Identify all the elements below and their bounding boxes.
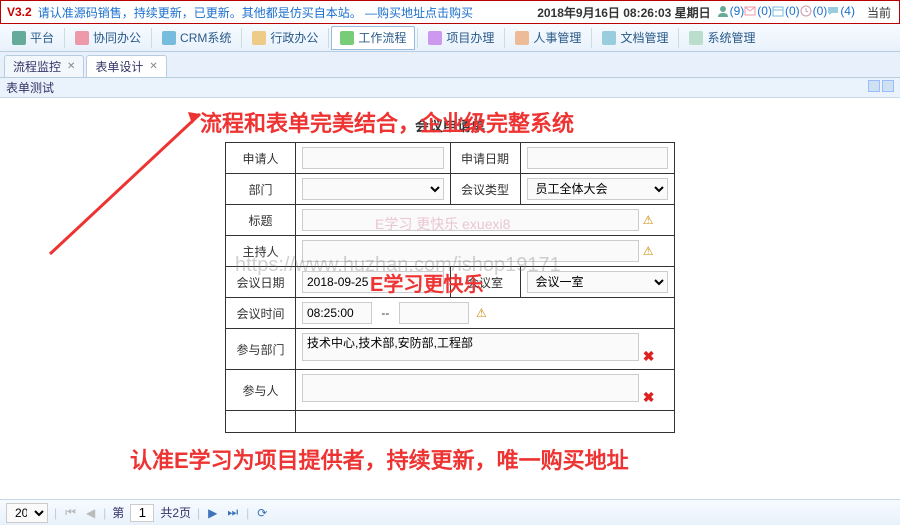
menu-icon — [75, 31, 89, 45]
tab-label: 流程监控 — [13, 58, 61, 75]
form-canvas: 流程和表单完美结合，企业级完整系统 E学习 更快乐 exuexi8 https:… — [0, 98, 900, 484]
menu-label: 平台 — [30, 29, 54, 46]
menu-icon — [12, 31, 26, 45]
clock-icon — [800, 5, 812, 17]
annotation-1: 流程和表单完美结合，企业级完整系统 — [200, 106, 574, 138]
menu-icon — [602, 31, 616, 45]
lbl-meettime: 会议时间 — [226, 298, 296, 329]
panel-title: 表单测试 — [6, 79, 54, 96]
menu-label: 行政办公 — [270, 29, 318, 46]
stat-count: (0) — [757, 4, 772, 18]
input-joinperson[interactable] — [302, 374, 639, 402]
annotation-arrow-icon — [40, 104, 210, 264]
user-icon — [717, 5, 729, 17]
menu-item-3[interactable]: 行政办公 — [244, 26, 326, 50]
select-meettype[interactable]: 员工全体大会 — [527, 178, 669, 200]
pager-page-input[interactable] — [130, 504, 154, 522]
menu-item-6[interactable]: 人事管理 — [507, 26, 589, 50]
lbl-joinperson: 参与人 — [226, 370, 296, 411]
top-notice-bar: V3.2 请认准源码销售，持续更新，已更新。其他都是仿买自本站。 —购买地址点击… — [0, 0, 900, 24]
menu-label: 系统管理 — [707, 29, 755, 46]
pager-bar: 20 | ⏮ ◀ | 第 共2页 | ▶ ⏭ | ⟳ — [0, 499, 900, 525]
input-applydate[interactable] — [527, 147, 669, 169]
lbl-meettype: 会议类型 — [450, 174, 520, 205]
stat-mail[interactable]: (0) — [744, 4, 772, 18]
panel-header: 表单测试 — [0, 78, 900, 98]
stat-count: (9) — [730, 4, 745, 18]
menu-label: 协同办公 — [93, 29, 141, 46]
menu-icon — [689, 31, 703, 45]
menu-item-2[interactable]: CRM系统 — [154, 26, 239, 50]
lbl-extra — [226, 411, 296, 433]
menu-item-5[interactable]: 项目办理 — [420, 26, 502, 50]
cal-icon — [772, 5, 784, 17]
datetime-label: 2018年9月16日 08:26:03 星期日 — [537, 4, 710, 21]
current-user[interactable]: 当前 — [867, 4, 891, 21]
warning-icon: ⚠ — [476, 306, 487, 320]
window-buttons[interactable] — [866, 80, 894, 95]
clear-icon[interactable]: ✖ — [643, 389, 655, 405]
close-icon[interactable]: ✕ — [149, 61, 157, 72]
warning-icon: ⚠ — [643, 244, 654, 258]
close-icon[interactable]: ✕ — [67, 61, 75, 72]
top-note[interactable]: 请认准源码销售，持续更新，已更新。其他都是仿买自本站。 —购买地址点击购买 — [38, 4, 473, 21]
menu-item-8[interactable]: 系统管理 — [681, 26, 763, 50]
tab-1[interactable]: 表单设计 ✕ — [86, 55, 166, 77]
menu-icon — [162, 31, 176, 45]
annotation-2: E学习更快乐 — [370, 268, 483, 297]
menu-label: 文档管理 — [620, 29, 668, 46]
lbl-applicant: 申请人 — [226, 143, 296, 174]
menu-label: 项目办理 — [446, 29, 494, 46]
time-sep: -- — [381, 306, 389, 320]
pager-refresh-icon[interactable]: ⟳ — [255, 506, 269, 520]
menu-icon — [428, 31, 442, 45]
tab-bar: 流程监控 ✕ 表单设计 ✕ — [0, 52, 900, 78]
tab-label: 表单设计 — [95, 58, 143, 75]
pager-prefix: 第 — [112, 504, 124, 521]
annotation-3: 认准E学习为项目提供者，持续更新，唯一购买地址 — [130, 443, 629, 475]
pager-last-icon[interactable]: ⏭ — [225, 505, 240, 520]
pager-first-icon[interactable]: ⏮ — [63, 505, 78, 520]
warning-icon: ⚠ — [643, 213, 654, 227]
lbl-applydate: 申请日期 — [450, 143, 520, 174]
stat-user[interactable]: (9) — [717, 4, 745, 18]
pager-total: 共2页 — [160, 504, 191, 521]
mail-icon — [744, 5, 756, 17]
top-right: 2018年9月16日 08:26:03 星期日 (9)(0)(0)(0)(4) … — [537, 4, 891, 21]
stat-count: (0) — [785, 4, 800, 18]
menu-icon — [252, 31, 266, 45]
main-menu: 平台 协同办公 CRM系统 行政办公 工作流程 项目办理 人事管理 文档管理 系统管理 — [0, 24, 900, 52]
input-time-from[interactable] — [302, 302, 372, 324]
pager-prev-icon[interactable]: ◀ — [84, 506, 97, 520]
lbl-joindept: 参与部门 — [226, 329, 296, 370]
menu-item-0[interactable]: 平台 — [4, 26, 62, 50]
menu-item-1[interactable]: 协同办公 — [67, 26, 149, 50]
version-label: V3.2 — [7, 5, 32, 19]
menu-label: 工作流程 — [358, 29, 406, 46]
select-dept[interactable] — [302, 178, 444, 200]
input-joindept[interactable] — [302, 333, 639, 361]
menu-label: 人事管理 — [533, 29, 581, 46]
watermark-1: E学习 更快乐 exuexi8 — [375, 214, 510, 234]
input-time-to[interactable] — [399, 302, 469, 324]
lbl-dept: 部门 — [226, 174, 296, 205]
clear-icon[interactable]: ✖ — [643, 348, 655, 364]
menu-icon — [340, 31, 354, 45]
stat-count: (4) — [840, 4, 855, 18]
stat-chat[interactable]: (4) — [827, 4, 855, 18]
stat-count: (0) — [813, 4, 828, 18]
menu-item-7[interactable]: 文档管理 — [594, 26, 676, 50]
stat-cal[interactable]: (0) — [772, 4, 800, 18]
lbl-subject: 标题 — [226, 205, 296, 236]
page-size-select[interactable]: 20 — [6, 503, 48, 523]
menu-label: CRM系统 — [180, 29, 231, 46]
menu-icon — [515, 31, 529, 45]
tab-0[interactable]: 流程监控 ✕ — [4, 55, 84, 77]
chat-icon — [827, 5, 839, 17]
stat-clock[interactable]: (0) — [800, 4, 828, 18]
input-applicant[interactable] — [302, 147, 444, 169]
menu-item-4[interactable]: 工作流程 — [331, 26, 415, 50]
pager-next-icon[interactable]: ▶ — [206, 506, 219, 520]
